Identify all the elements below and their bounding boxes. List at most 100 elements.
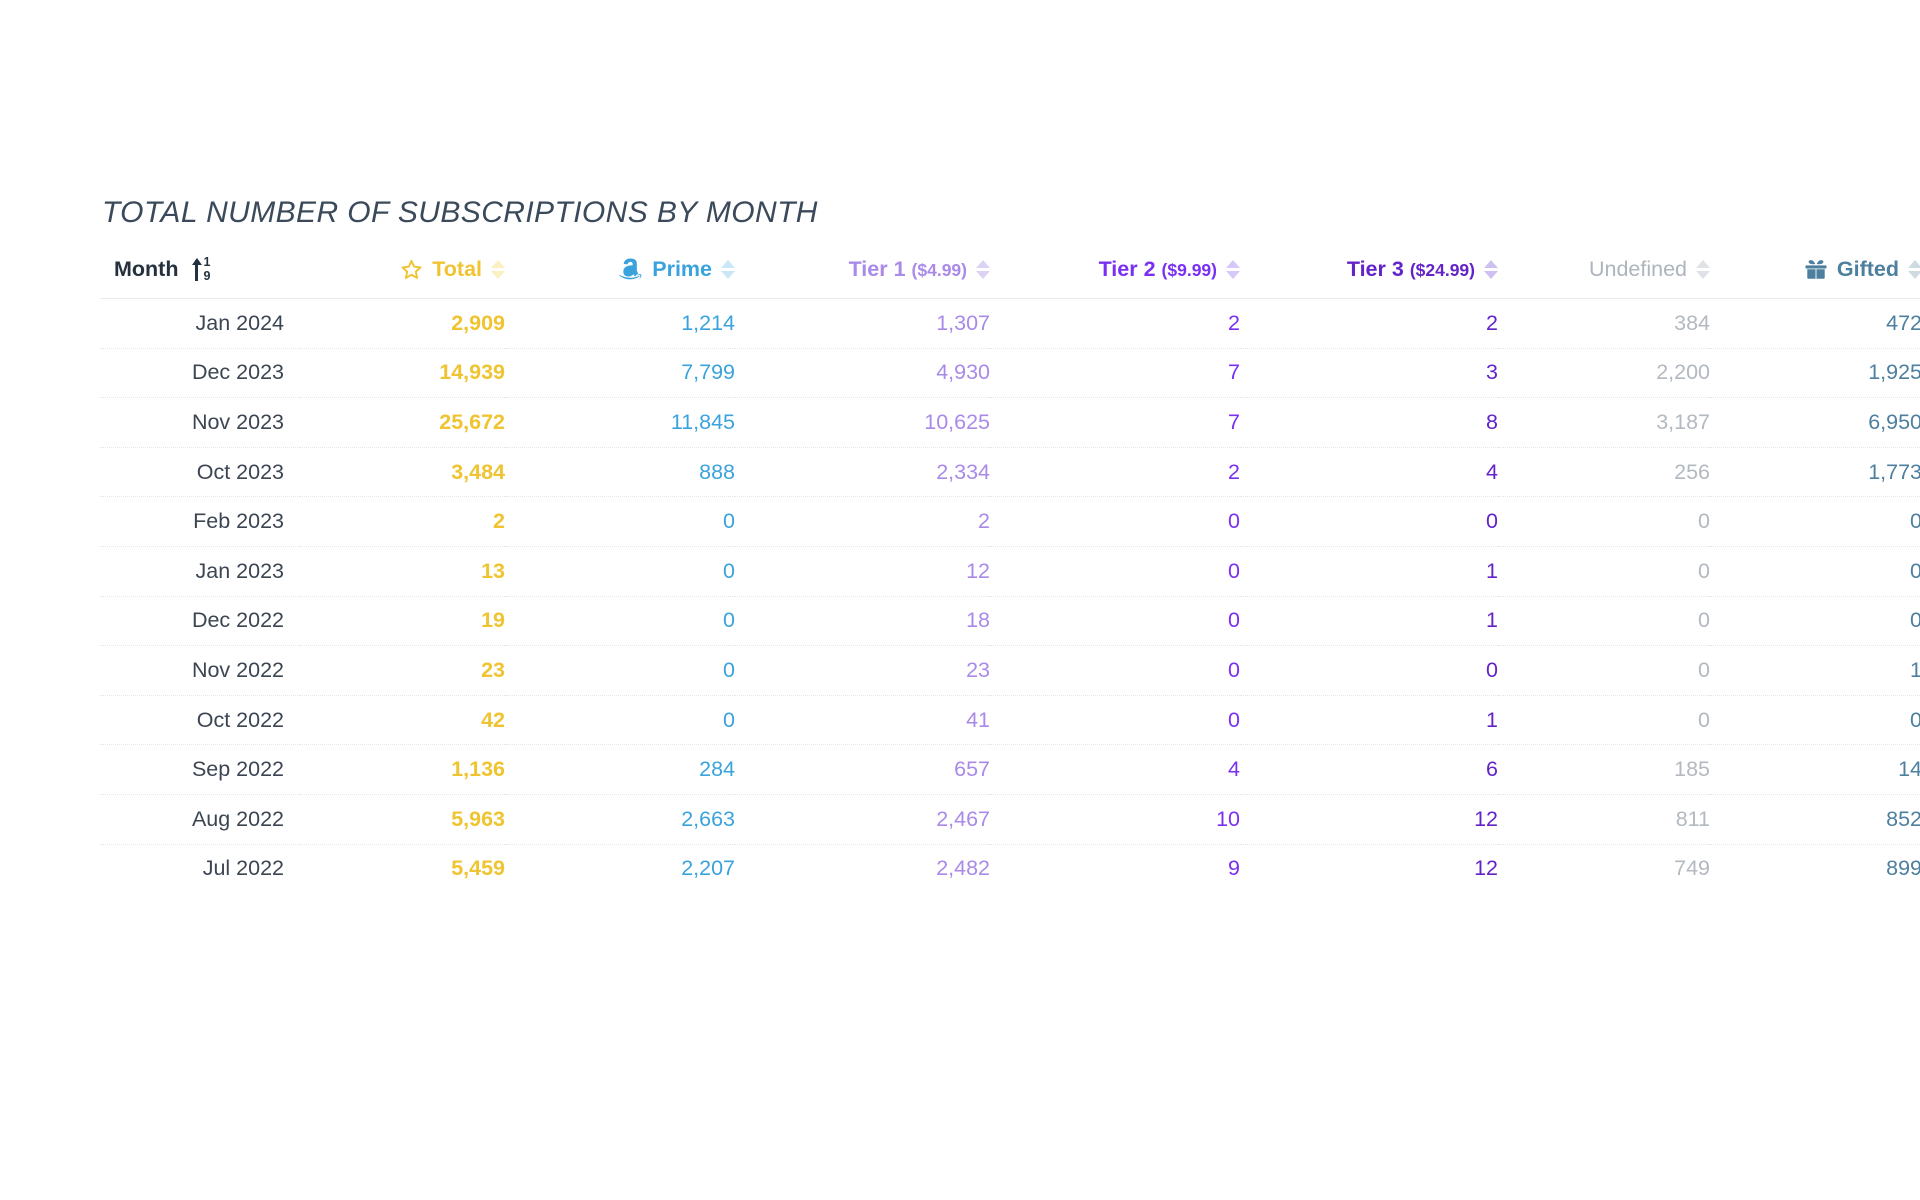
column-header-prime[interactable]: Prime	[505, 256, 735, 299]
cell-undef: 0	[1498, 695, 1710, 745]
cell-t2: 7	[990, 398, 1240, 448]
column-header-prime-label: Prime	[652, 257, 712, 282]
sort-numeric-asc-icon[interactable]: 1 9	[191, 256, 210, 282]
sort-toggle-tier2[interactable]	[1226, 260, 1240, 279]
cell-t1: 2,334	[735, 447, 990, 497]
column-header-tier1-label: Tier 1	[849, 257, 906, 282]
table-row: Jan 2023130120100	[100, 546, 1920, 596]
cell-t2: 0	[990, 695, 1240, 745]
cell-total: 13	[300, 546, 505, 596]
cell-total: 2	[300, 497, 505, 547]
cell-t2: 0	[990, 596, 1240, 646]
cell-t1: 2	[735, 497, 990, 547]
cell-prime: 0	[505, 695, 735, 745]
cell-t1: 23	[735, 646, 990, 696]
cell-month: Sep 2022	[100, 745, 300, 795]
sort-toggle-prime[interactable]	[721, 260, 735, 279]
cell-prime: 0	[505, 497, 735, 547]
table-row: Aug 20225,9632,6632,4671012811852	[100, 794, 1920, 844]
column-header-month[interactable]: Month 1 9	[100, 256, 300, 299]
cell-t3: 2	[1240, 299, 1498, 349]
cell-t3: 1	[1240, 695, 1498, 745]
cell-total: 23	[300, 646, 505, 696]
cell-gift: 0	[1710, 596, 1920, 646]
column-header-tier3-price: ($24.99)	[1410, 260, 1475, 281]
cell-undef: 185	[1498, 745, 1710, 795]
cell-gift: 0	[1710, 497, 1920, 547]
sort-toggle-gifted[interactable]	[1908, 260, 1920, 279]
cell-gift: 472	[1710, 299, 1920, 349]
table-row: Nov 2022230230001	[100, 646, 1920, 696]
cell-t3: 12	[1240, 794, 1498, 844]
cell-prime: 0	[505, 546, 735, 596]
cell-undef: 811	[1498, 794, 1710, 844]
cell-total: 2,909	[300, 299, 505, 349]
cell-t1: 4,930	[735, 348, 990, 398]
column-header-tier2[interactable]: Tier 2 ($9.99)	[990, 256, 1240, 299]
cell-t2: 10	[990, 794, 1240, 844]
page-title: TOTAL NUMBER OF SUBSCRIPTIONS BY MONTH	[102, 196, 1822, 230]
column-header-gifted[interactable]: Gifted	[1710, 256, 1920, 299]
column-header-tier2-price: ($9.99)	[1162, 260, 1217, 281]
cell-month: Nov 2022	[100, 646, 300, 696]
column-header-undefined[interactable]: Undefined	[1498, 256, 1710, 299]
cell-t3: 4	[1240, 447, 1498, 497]
sort-toggle-undefined[interactable]	[1696, 260, 1710, 279]
column-header-gifted-label: Gifted	[1837, 257, 1899, 282]
cell-undef: 0	[1498, 497, 1710, 547]
cell-month: Aug 2022	[100, 794, 300, 844]
table-row: Oct 20233,4848882,334242561,773	[100, 447, 1920, 497]
cell-t1: 2,482	[735, 844, 990, 893]
cell-undef: 0	[1498, 646, 1710, 696]
column-header-tier3-label: Tier 3	[1347, 257, 1404, 282]
table-row: Jul 20225,4592,2072,482912749899	[100, 844, 1920, 893]
cell-t3: 0	[1240, 646, 1498, 696]
cell-t2: 4	[990, 745, 1240, 795]
column-header-tier1[interactable]: Tier 1 ($4.99)	[735, 256, 990, 299]
sort-toggle-total[interactable]	[491, 260, 505, 279]
cell-total: 5,459	[300, 844, 505, 893]
cell-total: 19	[300, 596, 505, 646]
cell-month: Dec 2022	[100, 596, 300, 646]
arrow-up-icon	[191, 257, 202, 281]
cell-month: Jul 2022	[100, 844, 300, 893]
column-header-tier3[interactable]: Tier 3 ($24.99)	[1240, 256, 1498, 299]
amazon-logo-icon	[619, 258, 643, 281]
cell-t2: 7	[990, 348, 1240, 398]
sort-toggle-tier3[interactable]	[1484, 260, 1498, 279]
cell-t1: 12	[735, 546, 990, 596]
cell-t3: 1	[1240, 546, 1498, 596]
cell-t3: 1	[1240, 596, 1498, 646]
cell-undef: 0	[1498, 596, 1710, 646]
cell-t3: 12	[1240, 844, 1498, 893]
gift-icon	[1804, 259, 1828, 281]
cell-undef: 3,187	[1498, 398, 1710, 448]
cell-prime: 11,845	[505, 398, 735, 448]
sort-toggle-tier1[interactable]	[976, 260, 990, 279]
column-header-undefined-label: Undefined	[1589, 257, 1687, 282]
cell-t2: 0	[990, 497, 1240, 547]
table-row: Dec 202314,9397,7994,930732,2001,925	[100, 348, 1920, 398]
cell-t1: 41	[735, 695, 990, 745]
cell-t2: 0	[990, 546, 1240, 596]
cell-t1: 2,467	[735, 794, 990, 844]
cell-total: 5,963	[300, 794, 505, 844]
cell-t3: 6	[1240, 745, 1498, 795]
cell-prime: 284	[505, 745, 735, 795]
cell-month: Dec 2023	[100, 348, 300, 398]
table-row: Jan 20242,9091,2141,30722384472	[100, 299, 1920, 349]
table-header-row: Month 1 9	[100, 256, 1920, 299]
cell-total: 14,939	[300, 348, 505, 398]
cell-t3: 8	[1240, 398, 1498, 448]
cell-undef: 256	[1498, 447, 1710, 497]
cell-month: Oct 2023	[100, 447, 300, 497]
column-header-total[interactable]: Total	[300, 256, 505, 299]
cell-prime: 1,214	[505, 299, 735, 349]
column-header-tier1-price: ($4.99)	[912, 260, 967, 281]
cell-prime: 2,663	[505, 794, 735, 844]
cell-t2: 9	[990, 844, 1240, 893]
cell-total: 3,484	[300, 447, 505, 497]
cell-gift: 0	[1710, 695, 1920, 745]
cell-t1: 657	[735, 745, 990, 795]
table-row: Oct 2022420410100	[100, 695, 1920, 745]
